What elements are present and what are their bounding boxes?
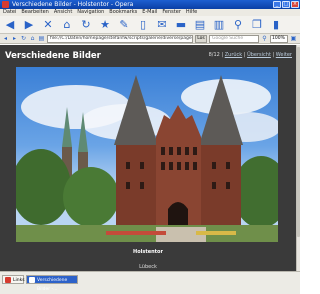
menu-email[interactable]: E-Mail — [142, 9, 157, 16]
nav-back-link[interactable]: Zurück — [225, 52, 242, 58]
page-title: Verschiedene Bilder — [5, 51, 101, 61]
back-small-icon[interactable]: ◂ — [2, 35, 9, 42]
forward-icon[interactable]: ▶ — [21, 18, 37, 32]
tab-gallery[interactable]: Verschiedene Bilder -... — [26, 275, 78, 292]
go-button[interactable]: Los — [195, 34, 207, 43]
main-toolbar: ◀ ▶ ✕ ⌂ ↻ ★ ✎ ▯ ✉ ▬ ▤ ▥ ⚲ ❐ ▮ — [0, 16, 300, 34]
tab-links[interactable]: Links — [2, 275, 25, 284]
mail-icon[interactable]: ✉ — [154, 18, 170, 32]
image-counter: 8/12 — [208, 52, 220, 58]
image-location: Lübeck — [139, 264, 157, 270]
fullscreen-icon[interactable]: ▣ — [290, 35, 297, 42]
menu-hilfe[interactable]: Hilfe — [186, 9, 197, 16]
window-title: Verschiedene Bilder - Holstentor - Opera — [12, 1, 134, 8]
page-info-icon[interactable]: ▤ — [38, 35, 45, 42]
forward-small-icon[interactable]: ▸ — [11, 35, 18, 42]
menu-bearbeiten[interactable]: Bearbeiten — [21, 9, 48, 16]
search-input[interactable]: Google Suche — [209, 34, 259, 43]
holstentor-photo[interactable] — [16, 67, 278, 242]
image-caption: Holstentor — [133, 249, 163, 255]
menu-ansicht[interactable]: Ansicht — [54, 9, 72, 16]
tab-label: Verschiedene Bilder -... — [37, 278, 68, 292]
vertical-scrollbar[interactable] — [296, 45, 300, 271]
menu-bookmarks[interactable]: Bookmarks — [109, 9, 137, 16]
menu-navigation[interactable]: Navigation — [77, 9, 104, 16]
opera-app-icon — [2, 1, 9, 8]
window-controls: _ □ × — [273, 1, 299, 8]
page-content: Verschiedene Bilder 8/12 | Zurück | Über… — [0, 45, 296, 271]
reload-small-icon[interactable]: ↻ — [20, 35, 27, 42]
reload-icon[interactable]: ↻ — [78, 18, 94, 32]
menu-datei[interactable]: Datei — [3, 9, 16, 16]
nav-overview-link[interactable]: Übersicht — [247, 52, 271, 58]
links-tab-icon — [5, 277, 11, 283]
search-icon[interactable]: ⚲ — [230, 18, 246, 32]
stop-icon[interactable]: ✕ — [40, 18, 56, 32]
edit-icon[interactable]: ✎ — [116, 18, 132, 32]
zoom-select[interactable]: 100% — [270, 34, 288, 43]
tab-bar: Links Verschiedene Bilder -... — [0, 271, 300, 294]
minimize-button[interactable]: _ — [273, 1, 281, 8]
menu-fenster[interactable]: Fenster — [162, 9, 181, 16]
back-icon[interactable]: ◀ — [2, 18, 18, 32]
maximize-button[interactable]: □ — [282, 1, 290, 8]
gallery-nav: 8/12 | Zurück | Übersicht | Weiter — [208, 52, 292, 58]
copy-icon[interactable]: ❐ — [249, 18, 265, 32]
window-titlebar: Verschiedene Bilder - Holstentor - Opera… — [0, 0, 300, 9]
save-icon[interactable]: ▤ — [192, 18, 208, 32]
folder-icon[interactable]: ▬ — [173, 18, 189, 32]
tab-label: Links — [13, 278, 25, 283]
page-icon[interactable]: ▮ — [268, 18, 284, 32]
home-small-icon[interactable]: ⌂ — [29, 35, 36, 42]
new-page-icon[interactable]: ▯ — [135, 18, 151, 32]
bookmark-star-icon[interactable]: ★ — [97, 18, 113, 32]
menu-bar: Datei Bearbeiten Ansicht Navigation Book… — [0, 9, 300, 16]
nav-next-link[interactable]: Weiter — [276, 52, 292, 58]
address-bar: ◂ ▸ ↻ ⌂ ▤ file://C:/Daten/homepage/stefa… — [0, 34, 300, 44]
scroll-thumb[interactable] — [297, 47, 300, 237]
search-go-icon[interactable]: ⚲ — [261, 35, 268, 42]
close-button[interactable]: × — [291, 1, 299, 8]
print-icon[interactable]: ▥ — [211, 18, 227, 32]
page-tab-icon — [29, 277, 35, 283]
home-icon[interactable]: ⌂ — [59, 18, 75, 32]
url-field[interactable]: file://C:/Daten/homepage/stefanfw/script… — [47, 34, 193, 43]
